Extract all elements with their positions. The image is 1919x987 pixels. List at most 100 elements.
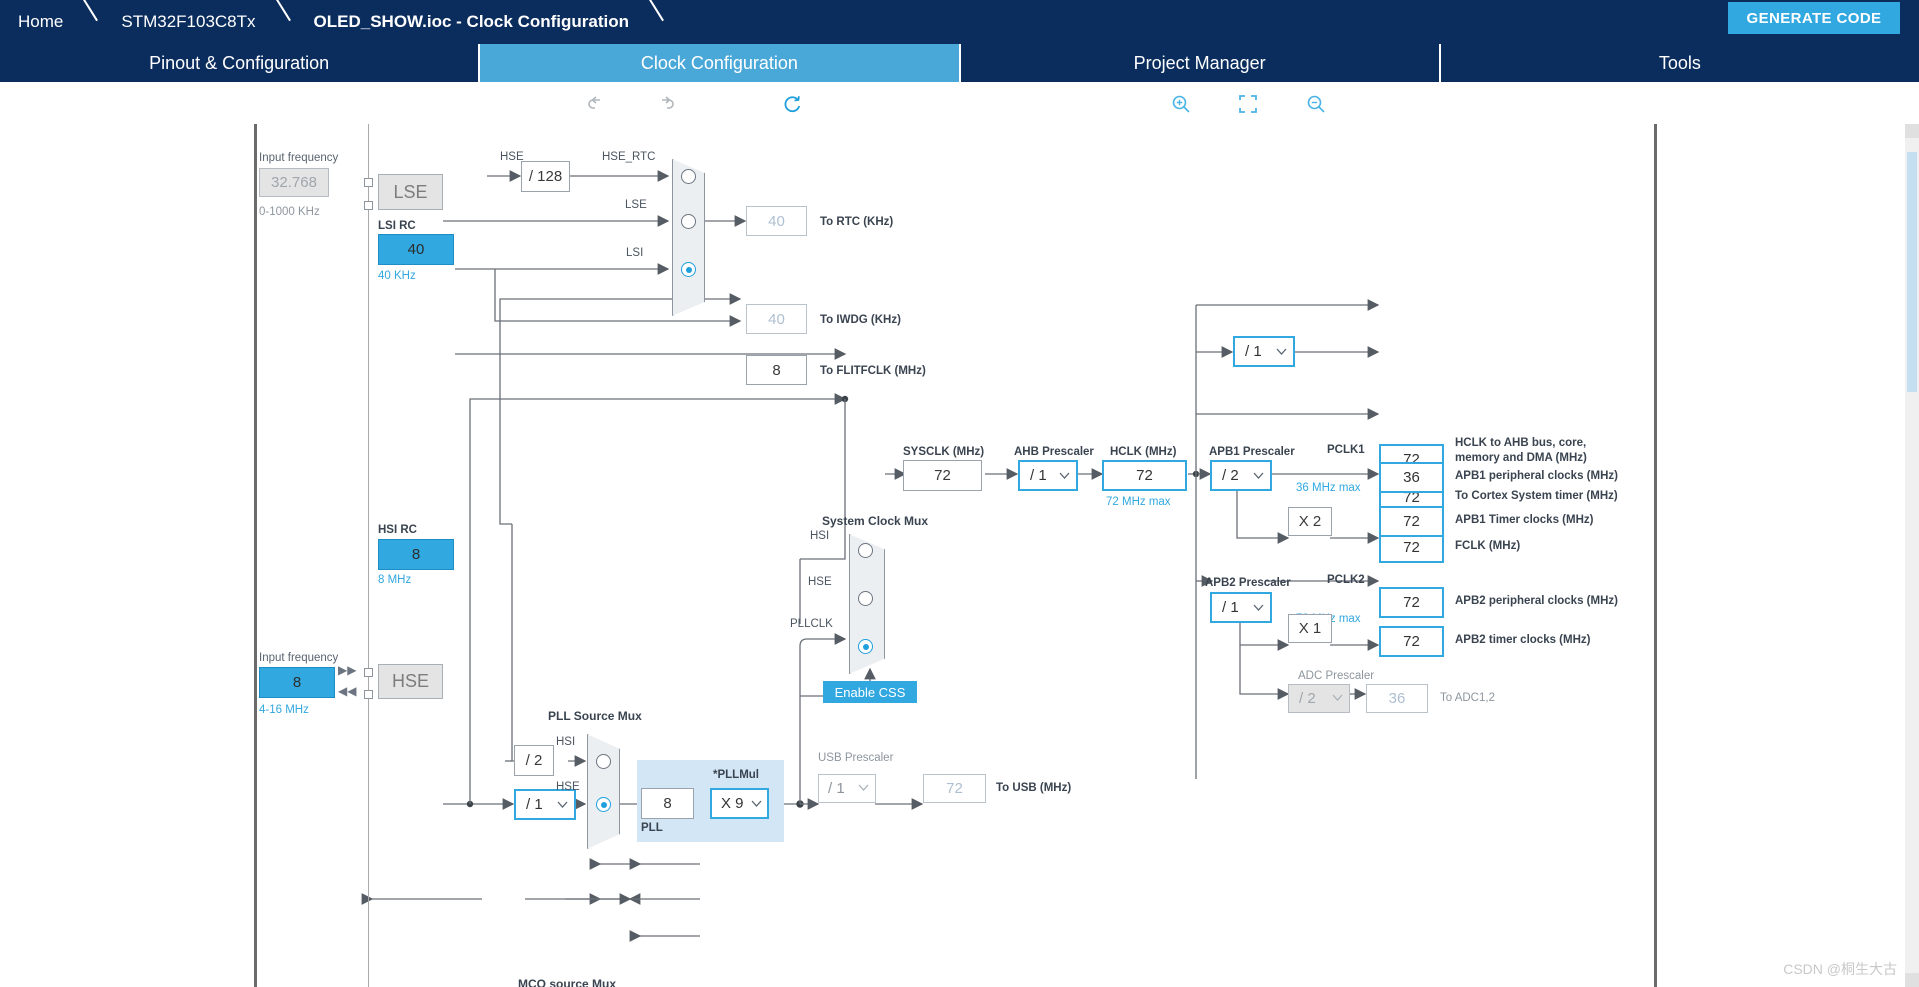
apb2-timer-label: APB2 timer clocks (MHz) [1455,634,1591,646]
to-iwdg-label: To IWDG (KHz) [820,314,901,326]
hsi-rc-title: HSI RC [378,524,417,536]
hsi-value-field[interactable]: 8 [378,539,454,570]
mco-source-mux-title: MCO source Mux [518,977,617,987]
lse-pin-in [364,178,373,187]
pll-band-label: PLL [641,822,663,834]
apb1-timer-multiplier: X 2 [1288,507,1332,536]
hclk-value-field[interactable]: 72 [1102,460,1187,491]
hse-block[interactable]: HSE [378,664,443,699]
to-rtc-label: To RTC (KHz) [820,216,894,228]
lse-input-frequency-field[interactable]: 32.768 [259,168,329,197]
to-usb-value: 72 [923,774,986,803]
lse-input-frequency-label: Input frequency [259,152,339,164]
breadcrumb-home-label: Home [18,12,64,31]
to-flitfclk-label: To FLITFCLK (MHz) [820,365,926,377]
sysclk-mux-radio-hsi[interactable] [858,543,873,558]
chevron-down-icon [1253,472,1264,479]
lsi-unit-label: 40 KHz [378,270,416,282]
fit-to-screen-icon[interactable] [1235,91,1261,117]
ahb-prescaler-select[interactable]: / 1 [1018,460,1078,491]
clock-toolbar: Resolve Clock Issues [0,82,1919,217]
hse-range-label: 4-16 MHz [259,704,309,716]
hse-input-frequency-field[interactable]: 8 [259,667,335,698]
pllmul-select[interactable]: X 9 [710,788,769,819]
clock-wires [361,170,1380,942]
to-flitfclk-value[interactable]: 8 [746,355,807,385]
sysclk-value: 72 [903,460,982,491]
apb1-prescaler-select[interactable]: / 2 [1210,460,1272,491]
apb1-max-label: 36 MHz max [1296,482,1361,494]
scrollbar-thumb[interactable] [1907,152,1917,392]
rtc-mux-radio-lsi[interactable] [681,262,696,277]
lsi-value-field[interactable]: 40 [378,234,454,265]
tab-project-manager[interactable]: Project Manager [960,44,1441,82]
apb2-prescaler-value: / 1 [1222,599,1239,616]
lse-signal-label: LSE [625,199,647,211]
pll-source-mux-radio-hsi[interactable] [596,754,611,769]
fclk-output-label: FCLK (MHz) [1455,540,1521,552]
tab-clock-configuration[interactable]: Clock Configuration [480,44,961,82]
refresh-icon[interactable] [779,91,805,117]
cortex-timer-prescaler-select[interactable]: / 1 [1233,336,1295,367]
sysclk-mux-radio-hse[interactable] [858,591,873,606]
lsi-signal-label: LSI [626,247,644,259]
redo-icon[interactable] [652,91,678,117]
hsi-div2-block: / 2 [514,745,554,776]
sysclk-mux-radio-pllclk[interactable] [858,639,873,654]
zoom-out-icon[interactable] [1303,91,1329,117]
apb1-prescaler-value: / 2 [1222,467,1239,484]
lse-range-label: 0-1000 KHz [259,206,320,218]
to-usb-label: To USB (MHz) [996,782,1072,794]
apb2-prescaler-select[interactable]: / 1 [1210,592,1272,623]
pll-source-mux[interactable] [587,734,620,849]
usb-prescaler-select[interactable]: / 1 [818,774,876,803]
breadcrumb-project[interactable]: OLED_SHOW.ioc - Clock Configuration [296,0,629,44]
apb1-peripheral-value: 36 [1379,462,1444,493]
breadcrumb-home[interactable]: Home [0,0,63,44]
generate-code-button[interactable]: GENERATE CODE [1728,2,1900,34]
lse-block[interactable]: LSE [378,174,443,210]
usb-prescaler-value: / 1 [828,780,845,797]
tab-pinout-configuration[interactable]: Pinout & Configuration [0,44,481,82]
watermark: CSDN @桐生大古 [1783,961,1897,977]
pllmul-value: X 9 [721,795,744,812]
sysclk-mux-input-pllclk-label: PLLCLK [790,618,833,630]
to-rtc-value: 40 [746,206,807,236]
chevron-down-icon [751,800,762,807]
rtc-mux-radio-hse-rtc[interactable] [681,169,696,184]
hse-rtc-divider[interactable]: / 128 [521,161,570,192]
apb2-peripheral-label: APB2 peripheral clocks (MHz) [1455,595,1618,607]
hclk-label: HCLK (MHz) [1110,446,1177,458]
undo-icon[interactable] [584,91,610,117]
pll-source-mux-radio-hse[interactable] [596,797,611,812]
ahb-prescaler-value: / 1 [1030,467,1047,484]
chip-boundary-right [1654,124,1657,987]
pll-source-hse-label: HSE [556,781,580,793]
hse-rtc-signal-label: HSE_RTC [602,151,656,163]
pllmul-label: *PLLMul [713,769,759,781]
apb1-peripheral-label: APB1 peripheral clocks (MHz) [1455,470,1618,482]
hse-pin-out [364,690,373,699]
scroll-up-arrow-icon[interactable] [1905,124,1919,138]
scroll-down-arrow-icon[interactable] [1905,973,1919,987]
chevron-down-icon [1253,604,1264,611]
breadcrumb-device[interactable]: STM32F103C8Tx [103,0,255,44]
usb-prescaler-label: USB Prescaler [818,752,894,764]
zoom-in-icon[interactable] [1168,91,1194,117]
tab-tools[interactable]: Tools [1440,44,1919,82]
pll-source-mux-title: PLL Source Mux [548,709,642,723]
hclk-max-label: 72 MHz max [1106,496,1171,508]
hse-prescaler-select[interactable]: / 1 [514,789,576,820]
canvas-vertical-scrollbar[interactable] [1905,124,1919,987]
chip-pin-rail [368,124,369,987]
chevron-down-icon [1276,348,1287,355]
system-clock-mux-title: System Clock Mux [822,514,929,528]
chevron-down-icon [858,784,869,791]
clock-tree-canvas[interactable]: Input frequency 32.768 0-1000 KHz LSE HS… [0,124,1919,987]
rtc-mux-radio-lse[interactable] [681,214,696,229]
adc-prescaler-select[interactable]: / 2 [1288,684,1350,713]
apb1-prescaler-label: APB1 Prescaler [1209,446,1295,458]
breadcrumb-separator-icon [77,0,103,44]
enable-css-button[interactable]: Enable CSS [823,681,917,703]
sysclk-mux-input-hse-label: HSE [808,576,832,588]
